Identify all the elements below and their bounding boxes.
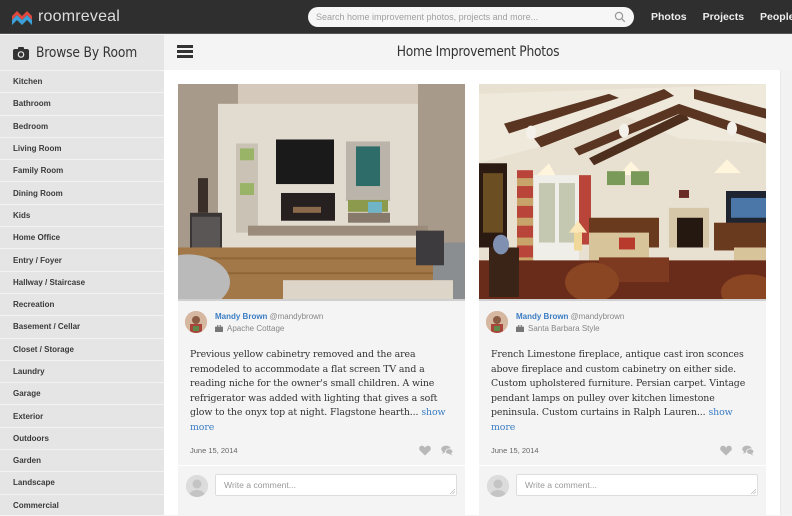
- living-room-photo: [178, 84, 465, 299]
- author-line: Mandy Brown @mandybrown: [215, 312, 323, 321]
- comment-input[interactable]: Write a comment...: [516, 474, 758, 496]
- roomreveal-logo-icon: [12, 11, 32, 25]
- sidebar-item-commercial[interactable]: Commercial: [0, 493, 164, 516]
- sidebar-item-recreation[interactable]: Recreation: [0, 292, 164, 315]
- sidebar-item-landscape[interactable]: Landscape: [0, 471, 164, 493]
- logo[interactable]: roomreveal: [12, 6, 120, 28]
- author-line: Mandy Brown @mandybrown: [516, 312, 624, 321]
- author-name-link[interactable]: Mandy Brown: [215, 312, 267, 321]
- project-name-link[interactable]: Santa Barbara Style: [528, 324, 600, 333]
- author-handle: @mandybrown: [269, 312, 324, 321]
- scrollbar[interactable]: [780, 70, 792, 515]
- sidebar-item-home-office[interactable]: Home Office: [0, 226, 164, 248]
- project-line: Santa Barbara Style: [516, 324, 600, 333]
- sidebar-item-family-room[interactable]: Family Room: [0, 159, 164, 181]
- sidebar-item-kitchen[interactable]: Kitchen: [0, 70, 164, 92]
- post-date: June 15, 2014: [190, 446, 238, 455]
- comment-input[interactable]: Write a comment...: [215, 474, 457, 496]
- logo-text: roomreveal: [38, 8, 121, 25]
- comment-placeholder: Write a comment...: [525, 480, 597, 490]
- sidebar-item-bedroom[interactable]: Bedroom: [0, 114, 164, 137]
- main-header: Home Improvement Photos: [164, 35, 792, 70]
- sidebar-item-closet-storage[interactable]: Closet / Storage: [0, 337, 164, 360]
- sidebar-item-basement-cellar[interactable]: Basement / Cellar: [0, 315, 164, 337]
- sidebar-item-garage[interactable]: Garage: [0, 382, 164, 404]
- sidebar-item-laundry[interactable]: Laundry: [0, 359, 164, 382]
- resize-handle-icon[interactable]: [751, 489, 756, 494]
- photo-card: Mandy Brown @mandybrown Santa Barbara Sty…: [479, 84, 766, 515]
- post-date: June 15, 2014: [491, 446, 539, 455]
- comments-icon[interactable]: [441, 445, 453, 456]
- author-avatar[interactable]: [185, 311, 207, 333]
- author-avatar[interactable]: [486, 311, 508, 333]
- sidebar-item-kids[interactable]: Kids: [0, 203, 164, 226]
- comment-placeholder: Write a comment...: [224, 480, 296, 490]
- heart-icon[interactable]: [419, 445, 431, 456]
- default-user-avatar-icon: [487, 475, 509, 497]
- briefcase-icon: [516, 325, 524, 332]
- browse-by-room-sidebar: Browse By Room Kitchen Bathroom Bedroom …: [0, 35, 164, 515]
- camera-icon: [13, 46, 29, 60]
- sidebar-item-outdoors[interactable]: Outdoors: [0, 426, 164, 449]
- comments-icon[interactable]: [742, 445, 754, 456]
- search-input[interactable]: [308, 7, 634, 27]
- author-name-link[interactable]: Mandy Brown: [516, 312, 568, 321]
- page-title: Home Improvement Photos: [396, 44, 560, 60]
- nav-photos-link[interactable]: Photos: [651, 11, 687, 23]
- nav-projects-link[interactable]: Projects: [703, 11, 744, 23]
- card-actions: [409, 445, 453, 456]
- project-line: Apache Cottage: [215, 324, 284, 333]
- photo-card: Mandy Brown @mandybrown Apache Cottage Pr…: [178, 84, 465, 515]
- nav-people-link[interactable]: People: [760, 11, 792, 23]
- sidebar-item-garden[interactable]: Garden: [0, 449, 164, 471]
- default-user-avatar-icon: [186, 475, 208, 497]
- heart-icon[interactable]: [720, 445, 732, 456]
- sidebar-header: Browse By Room: [0, 35, 164, 70]
- great-room-photo: [479, 84, 766, 299]
- project-name-link[interactable]: Apache Cottage: [227, 324, 284, 333]
- resize-handle-icon[interactable]: [450, 489, 455, 494]
- sidebar-title: Browse By Room: [36, 44, 138, 61]
- top-navigation-bar: roomreveal Photos Projects People: [0, 0, 792, 34]
- description-text: Previous yellow cabinetry removed and th…: [190, 349, 438, 418]
- card-photo[interactable]: [479, 84, 766, 301]
- hamburger-menu-icon[interactable]: [177, 45, 193, 59]
- sidebar-item-dining-room[interactable]: Dining Room: [0, 181, 164, 203]
- author-handle: @mandybrown: [570, 312, 625, 321]
- card-description: French Limestone fireplace, antique cast…: [491, 348, 759, 435]
- search-box: [308, 7, 634, 27]
- search-icon[interactable]: [614, 11, 626, 23]
- card-actions: [710, 445, 754, 456]
- sidebar-item-living-room[interactable]: Living Room: [0, 136, 164, 159]
- sidebar-item-exterior[interactable]: Exterior: [0, 404, 164, 426]
- briefcase-icon: [215, 325, 223, 332]
- card-photo[interactable]: [178, 84, 465, 301]
- card-description: Previous yellow cabinetry removed and th…: [190, 348, 458, 435]
- main-nav: Photos Projects People: [651, 0, 792, 34]
- sidebar-item-hallway-staircase[interactable]: Hallway / Staircase: [0, 270, 164, 293]
- sidebar-item-entry-foyer[interactable]: Entry / Foyer: [0, 248, 164, 270]
- room-list: Kitchen Bathroom Bedroom Living Room Fam…: [0, 70, 164, 516]
- comment-row: Write a comment...: [178, 465, 465, 515]
- sidebar-item-bathroom[interactable]: Bathroom: [0, 92, 164, 114]
- comment-row: Write a comment...: [479, 465, 766, 515]
